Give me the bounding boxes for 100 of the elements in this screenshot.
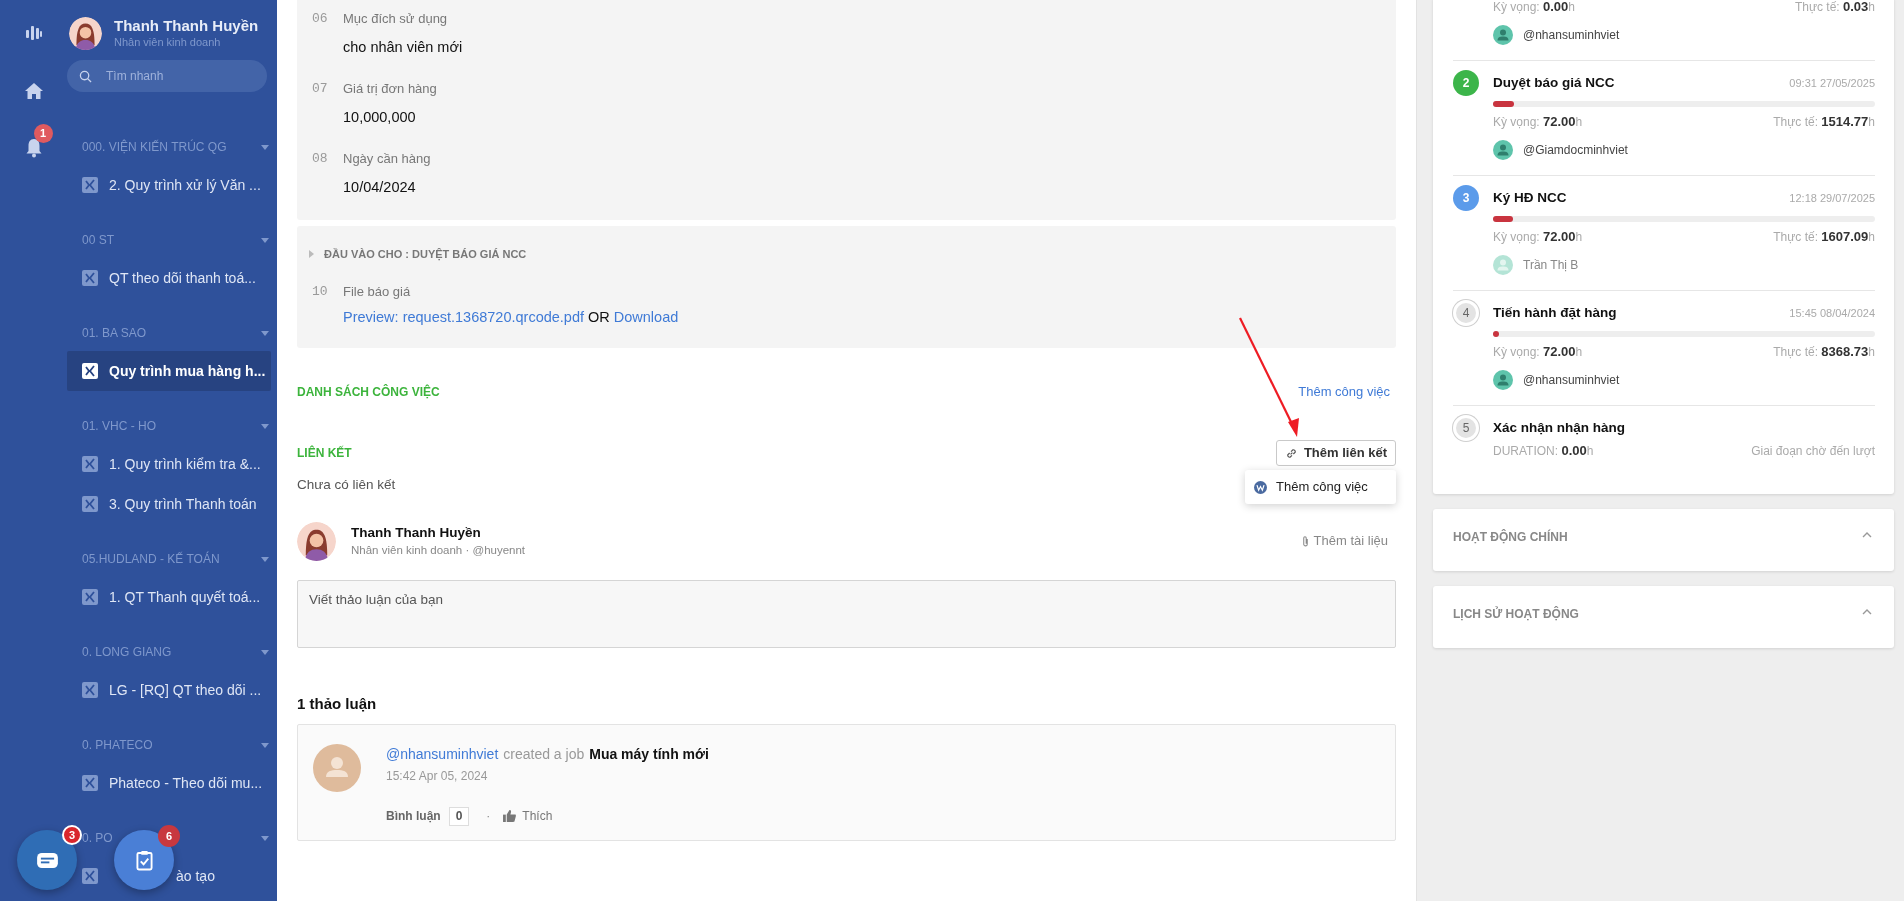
group-title: 0. LONG GIANG [82, 644, 172, 661]
download-link[interactable]: Download [613, 307, 679, 329]
step-title: Tiến hành đặt hàng [1493, 303, 1617, 322]
section-title: DANH SÁCH CÔNG VIỆC [297, 383, 440, 401]
post-time: 15:42 Apr 05, 2024 [386, 768, 488, 785]
expected-time: Kỳ vọng: 0.00h [1493, 0, 1576, 17]
chevron-up-icon[interactable] [1862, 609, 1872, 615]
group-title: 0. PO [82, 830, 113, 847]
sidebar-item[interactable]: 3. Quy trình Thanh toán [67, 484, 271, 524]
process-icon [82, 363, 98, 379]
field-number: 06 [312, 10, 329, 29]
separator-text: · [486, 808, 491, 825]
like-button[interactable]: Thích [503, 807, 553, 825]
field-label: Ngày cần hàng [343, 150, 431, 169]
process-icon [82, 775, 98, 791]
assignee-name: Trần Thị B [1523, 257, 1579, 274]
avatar [313, 744, 361, 792]
separator-text: OR [588, 308, 610, 328]
comment-field[interactable]: Viết thảo luận của bạn [297, 580, 1396, 648]
sidebar-item[interactable]: ào tạo [176, 865, 215, 887]
action-text: created a job [503, 744, 585, 764]
tasks-button[interactable] [114, 830, 174, 890]
chevron-up-icon[interactable] [1862, 532, 1872, 538]
step-title: Xác nhận nhận hàng [1493, 418, 1625, 437]
add-task-link[interactable]: Thêm công việc [1298, 382, 1390, 402]
actual-time: Thực tế: 8368.73h [1773, 343, 1875, 362]
caret-icon[interactable] [261, 742, 269, 748]
step-number: 4 [1453, 300, 1479, 326]
step-time: 15:45 08/04/2024 [1789, 305, 1875, 321]
assignee-name: @nhansuminhviet [1523, 27, 1620, 44]
count-badge: 6 [158, 825, 180, 847]
user-avatar-icon [1493, 25, 1513, 45]
process-icon [82, 270, 98, 286]
field-label: Giá trị đơn hàng [343, 80, 437, 99]
field-label: File báo giá [343, 283, 411, 302]
field-label: Mục đích sử dụng [343, 10, 448, 29]
expected-time: Kỳ vọng: 72.00h [1493, 343, 1583, 362]
group-title: 01. VHC - HO [82, 418, 156, 435]
sidebar-item[interactable]: Phateco - Theo dõi mu... [67, 763, 271, 803]
comment-count: 0 [448, 806, 470, 826]
sidebar-item[interactable]: 2. Quy trình xử lý Văn ... [67, 165, 271, 205]
sidebar-item[interactable]: LG - [RQ] QT theo dõi ... [67, 670, 271, 710]
actual-time: Thực tế: 1607.09h [1773, 228, 1875, 247]
avatar [297, 521, 336, 561]
field-number: 08 [312, 150, 329, 169]
sidebar-item[interactable]: 1. Quy trình kiểm tra &... [67, 444, 271, 484]
section-title: ĐẦU VÀO CHO : DUYỆT BÁO GIÁ NCC [324, 246, 527, 263]
field-number: 10 [312, 283, 329, 302]
caret-icon[interactable] [261, 423, 269, 429]
menu-item[interactable]: Thêm công việc [1245, 472, 1396, 502]
step-number: 2 [1453, 70, 1479, 96]
user-avatar-icon [1493, 370, 1513, 390]
chat-button[interactable] [17, 830, 77, 890]
process-icon [82, 682, 98, 698]
notification-badge: 1 [33, 124, 53, 143]
job-title: Mua máy tính mới [589, 744, 709, 764]
assignee-name: @nhansuminhviet [1523, 372, 1620, 389]
step-time: 12:18 29/07/2025 [1789, 190, 1875, 206]
link-icon [1284, 446, 1298, 460]
logo-icon[interactable] [24, 24, 43, 42]
sidebar-item[interactable]: QT theo dõi thanh toá... [67, 258, 271, 298]
caret-icon[interactable] [261, 237, 269, 243]
field-value: 10,000,000 [343, 108, 416, 128]
sidebar-item[interactable]: Quy trình mua hàng h... [67, 351, 271, 391]
search-icon [79, 70, 92, 83]
add-link-button[interactable]: Thêm liên kết [1275, 440, 1396, 466]
step-time: 09:31 27/05/2025 [1789, 75, 1875, 91]
caret-icon[interactable] [261, 556, 269, 562]
home-icon[interactable] [23, 82, 44, 100]
process-icon [82, 456, 98, 472]
caret-icon[interactable] [261, 330, 269, 336]
comment-label: Bình luận [386, 808, 441, 825]
attach-link[interactable]: Thêm tài liệu [1301, 531, 1396, 551]
expected-time: Kỳ vọng: 72.00h [1493, 228, 1583, 247]
paperclip-icon [1301, 534, 1309, 548]
user-link[interactable]: @nhansuminhviet [386, 743, 499, 765]
search-field[interactable]: Tìm nhanh [67, 60, 267, 92]
bell-icon[interactable] [24, 138, 43, 158]
user-subtitle: Nhân viên kinh doanh · @huyennt [351, 543, 526, 558]
user-name: Thanh Thanh Huyền [114, 17, 259, 35]
process-icon [82, 868, 98, 884]
process-icon [82, 496, 98, 512]
expand-icon[interactable] [309, 250, 314, 258]
clipboard-check-icon [135, 849, 153, 871]
preview-link[interactable]: Preview: request.1368720.qrcode.pdf [343, 307, 585, 329]
user-avatar-icon [1493, 140, 1513, 160]
caret-icon[interactable] [261, 144, 269, 150]
field-value: cho nhân viên mới [343, 38, 463, 58]
caret-icon[interactable] [261, 835, 269, 841]
process-icon [82, 589, 98, 605]
field-value: 10/04/2024 [343, 178, 416, 198]
expected-time: Kỳ vọng: 72.00h [1493, 113, 1583, 132]
step-number: 5 [1453, 415, 1479, 441]
caret-icon[interactable] [261, 649, 269, 655]
thumbs-up-icon [503, 810, 517, 822]
group-title: 01. BA SAO [82, 325, 147, 342]
group-title: 0. PHATECO [82, 737, 153, 754]
w-circle-icon [1254, 480, 1267, 494]
sidebar-item[interactable]: 1. QT Thanh quyết toá... [67, 577, 271, 617]
actual-time: Thực tế: 1514.77h [1773, 113, 1875, 132]
